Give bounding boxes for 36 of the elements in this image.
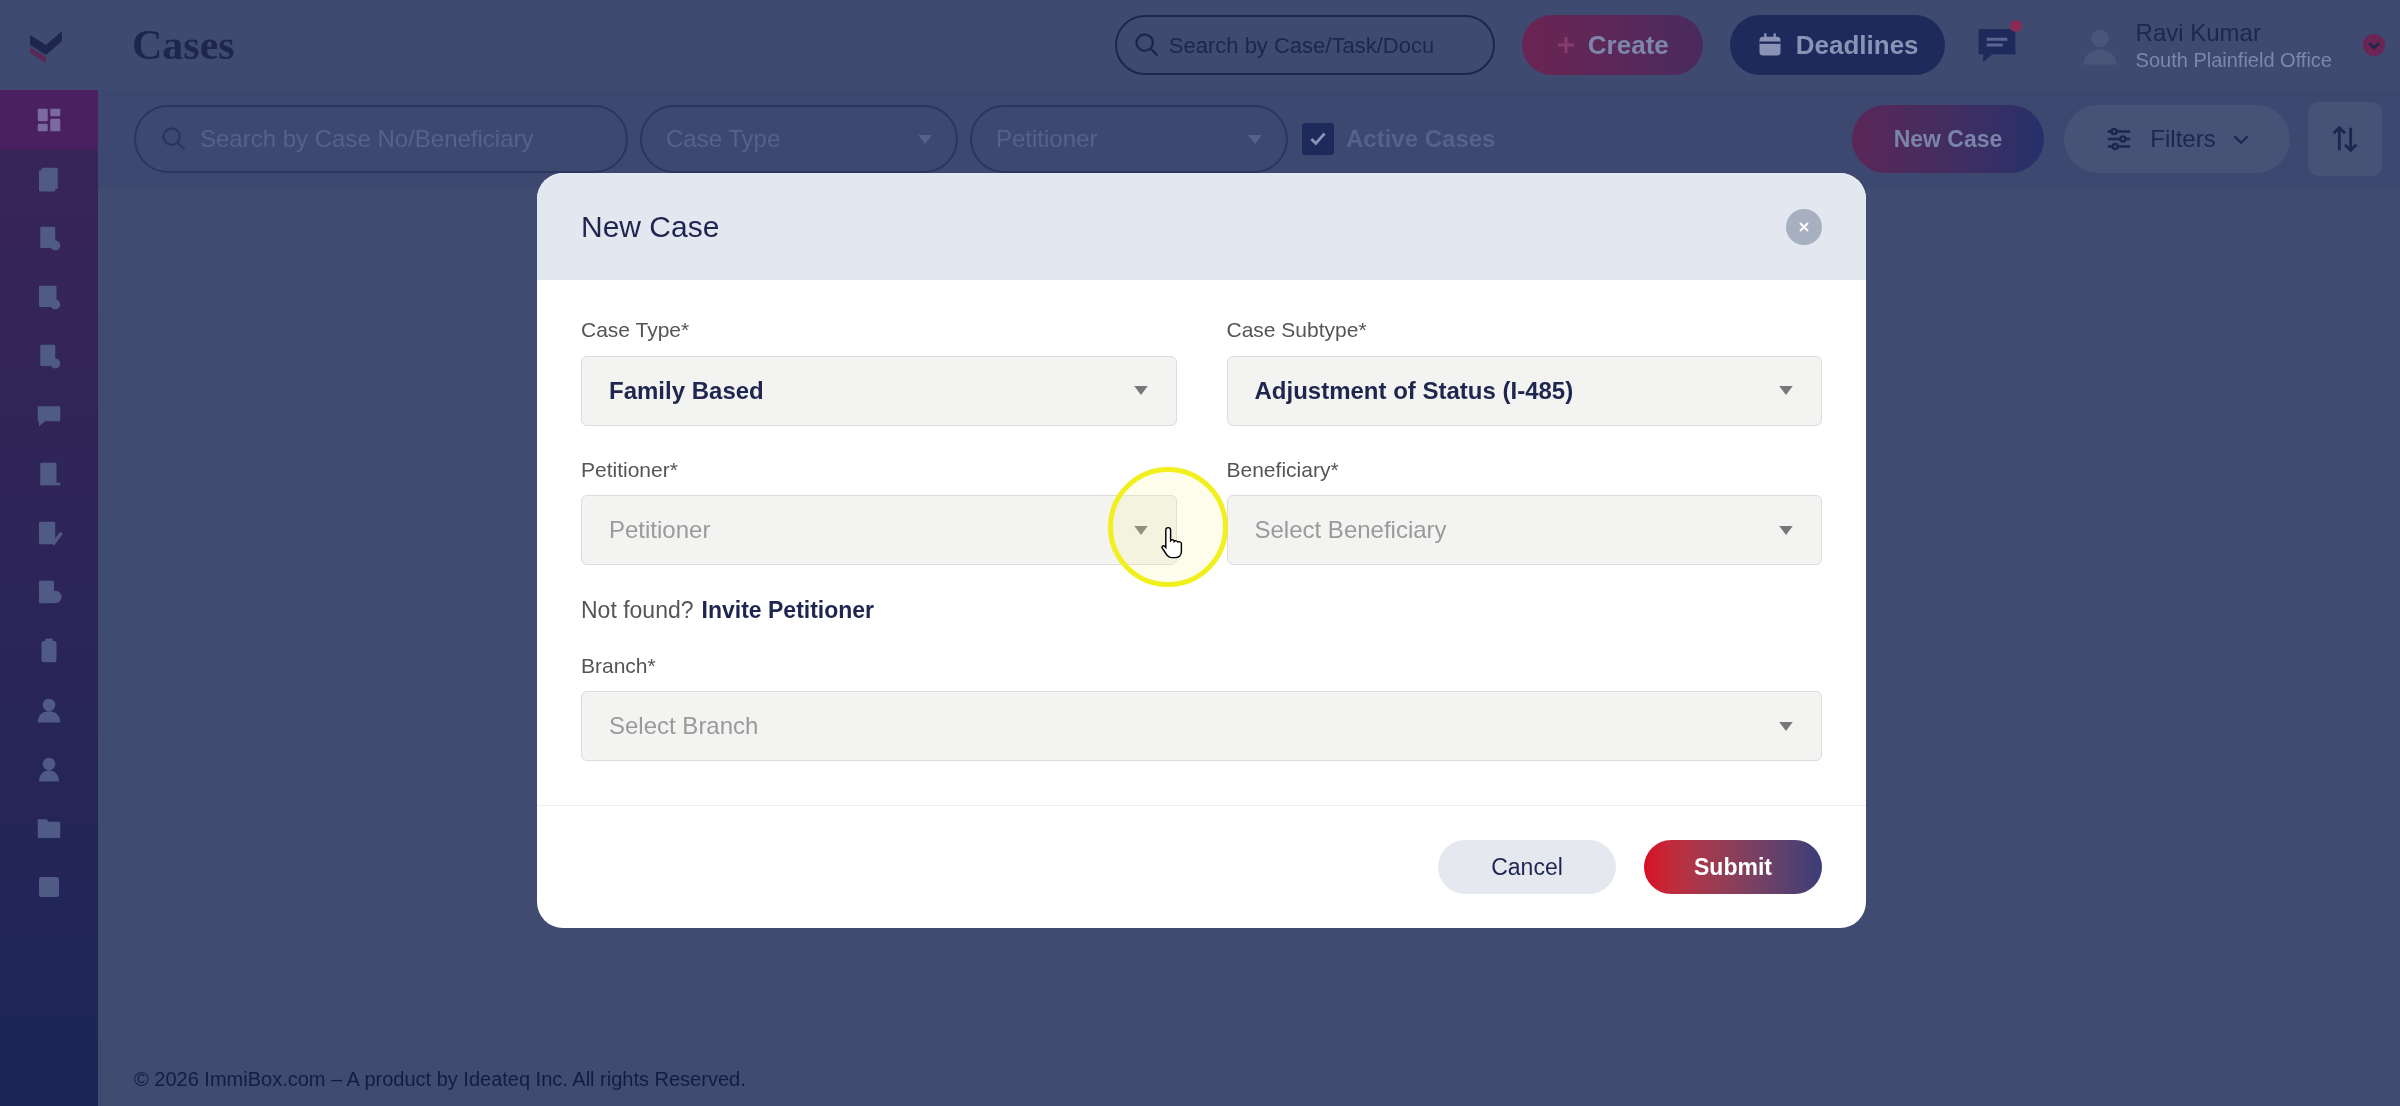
close-button[interactable] bbox=[1786, 208, 1822, 245]
select-field[interactable]: Petitioner bbox=[581, 495, 1177, 565]
field-label: Case Type* bbox=[581, 317, 691, 343]
deadlines-button[interactable]: Deadlines bbox=[1729, 15, 1945, 75]
plus-icon bbox=[1555, 35, 1576, 55]
chevron-down-icon bbox=[2231, 133, 2250, 145]
chevron-down-icon bbox=[2362, 33, 2386, 57]
select-field[interactable]: Select Beneficiary bbox=[1226, 495, 1822, 565]
field-label: Petitioner* bbox=[581, 456, 679, 483]
search-icon bbox=[1132, 31, 1161, 59]
submit-button[interactable]: Submit bbox=[1644, 840, 1822, 894]
caret-icon bbox=[1779, 386, 1793, 395]
select-field[interactable]: Family Based bbox=[581, 355, 1177, 426]
field-label: Beneficiary* bbox=[1226, 456, 1340, 483]
dialog-title: New Case bbox=[581, 209, 721, 245]
select-field[interactable]: Adjustment of Status (I-485) bbox=[1226, 355, 1822, 426]
caret-icon bbox=[1779, 721, 1793, 731]
caret-icon bbox=[1133, 525, 1148, 535]
field-label: Branch* bbox=[581, 652, 657, 679]
caret-icon bbox=[1248, 134, 1262, 144]
caret-icon bbox=[1779, 525, 1793, 535]
field-label: Case Subtype* bbox=[1226, 317, 1368, 343]
office-name: South Plainfield Office bbox=[2135, 47, 2332, 73]
invite-petitioner-link[interactable]: Invite Petitioner bbox=[701, 593, 875, 628]
cancel-button[interactable]: Cancel bbox=[1438, 840, 1616, 894]
select-field[interactable]: Select Branch bbox=[581, 691, 1822, 761]
close-icon bbox=[1798, 220, 1810, 233]
sort-button[interactable] bbox=[2308, 102, 2382, 176]
hint-text: Not found? bbox=[581, 596, 694, 625]
caret-icon bbox=[918, 134, 932, 144]
hand-cursor-icon bbox=[1161, 525, 1185, 559]
create-button[interactable]: Create bbox=[1521, 15, 1703, 75]
caret-icon bbox=[1133, 386, 1148, 395]
sidebar-item[interactable] bbox=[0, 90, 98, 149]
active-cases-checkbox[interactable] bbox=[1302, 123, 1334, 155]
new-case-button[interactable]: New Case bbox=[1852, 105, 2044, 173]
